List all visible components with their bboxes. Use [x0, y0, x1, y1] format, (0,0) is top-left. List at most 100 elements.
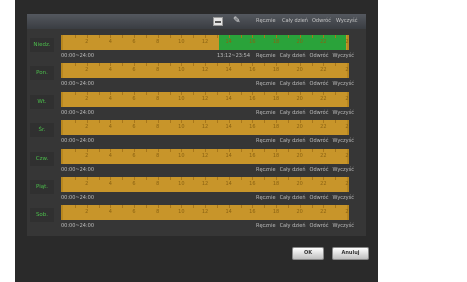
hour-tick	[145, 91, 147, 95]
timeline-track[interactable]: 2 4 6 8 10 12 14 16 18 20 22 2	[61, 91, 349, 107]
hour-tick	[98, 120, 100, 124]
cancel-button[interactable]: Anuluj	[332, 247, 369, 260]
hour-label: 2	[345, 39, 349, 45]
row-clear-link[interactable]: Wyczyść	[332, 223, 354, 229]
hour-label: 16	[249, 181, 256, 187]
hour-label: 10	[178, 181, 185, 187]
timeline-track[interactable]: 2 4 6 8 10 12 14 16 18 20 22 2	[61, 177, 349, 192]
hour-tick	[216, 120, 218, 124]
selected-time-block[interactable]	[219, 35, 346, 50]
hour-tick	[122, 177, 124, 180]
hour-label: 12	[201, 95, 209, 102]
hour-label: 18	[272, 95, 280, 102]
hour-tick	[216, 63, 218, 67]
row-invert-link[interactable]: Odwróć	[310, 138, 329, 144]
row-all-day-link[interactable]: Cały dzień	[280, 223, 306, 229]
hour-tick	[110, 35, 112, 38]
row-invert-link[interactable]: Odwróć	[310, 53, 329, 59]
timeline-track[interactable]: 2 4 6 8 10 12 14 16 18 20 22 2	[61, 205, 349, 221]
row-clear-link[interactable]: Wyczyść	[332, 110, 354, 116]
hour-tick	[228, 177, 230, 180]
hour-label: 18	[272, 209, 280, 216]
hour-tick	[311, 35, 313, 38]
hour-tick	[74, 148, 76, 152]
row-actions: Ręcznie Cały dzień Odwróć Wyczyść	[252, 53, 354, 59]
hour-tick	[335, 35, 337, 38]
hour-label: 6	[132, 181, 136, 187]
hour-tick	[86, 148, 88, 152]
hour-tick	[134, 120, 135, 124]
hour-label: 22	[320, 209, 327, 216]
day-label: Sob.	[30, 208, 54, 223]
row-clear-link[interactable]: Wyczyść	[332, 195, 354, 201]
hour-label: 10	[178, 124, 185, 131]
hour-tick	[193, 91, 195, 95]
row-invert-link[interactable]: Odwróć	[310, 223, 329, 229]
row-manual-link[interactable]: Ręcznie	[256, 195, 276, 201]
hour-label: 10	[178, 67, 185, 74]
hour-tick	[323, 148, 325, 152]
row-all-day-link[interactable]: Cały dzień	[280, 53, 306, 59]
timeline-track[interactable]: 2 4 6 8 10 12 14 16 18 20 22 2	[61, 63, 349, 79]
timeline-track[interactable]: 2 4 6 8 10 12 14 16 18 20 22 2	[61, 35, 349, 50]
ok-button[interactable]: OK	[292, 247, 324, 260]
hour-tick	[311, 177, 313, 180]
hour-tick	[169, 63, 171, 67]
row-all-day-link[interactable]: Cały dzień	[280, 167, 306, 173]
hour-label: 20	[296, 181, 303, 187]
hour-label: 2	[85, 152, 89, 159]
row-manual-link[interactable]: Ręcznie	[256, 81, 276, 87]
row-manual-link[interactable]: Ręcznie	[256, 223, 276, 229]
hour-tick	[240, 148, 242, 152]
row-clear-link[interactable]: Wyczyść	[332, 167, 354, 173]
row-invert-link[interactable]: Odwróć	[310, 167, 329, 173]
toolbar-all-day-link[interactable]: Cały dzień	[282, 18, 308, 25]
pencil-icon[interactable]: ✎	[233, 17, 243, 26]
row-clear-link[interactable]: Wyczyść	[332, 138, 354, 144]
hour-tick	[311, 120, 313, 124]
hour-tick	[193, 205, 195, 209]
row-all-day-link[interactable]: Cały dzień	[280, 110, 306, 116]
toolbar-manual-link[interactable]: Ręcznie	[256, 18, 276, 25]
hour-tick	[98, 205, 100, 209]
hour-label: 20	[296, 39, 303, 45]
hour-tick	[98, 63, 100, 67]
row-manual-link[interactable]: Ręcznie	[256, 110, 276, 116]
row-invert-link[interactable]: Odwróć	[310, 195, 329, 201]
toolbar-invert-link[interactable]: Odwróć	[312, 18, 331, 25]
hour-tick	[122, 91, 124, 95]
row-clear-link[interactable]: Wyczyść	[332, 53, 354, 59]
day-label: Niedz.	[30, 38, 54, 52]
row-actions: Ręcznie Cały dzień Odwróć Wyczyść	[252, 138, 354, 144]
hour-tick	[216, 177, 218, 180]
hour-tick	[98, 177, 100, 180]
hour-label: 16	[249, 39, 256, 45]
timeline-mode-icon[interactable]	[213, 17, 223, 26]
hour-tick	[169, 35, 171, 38]
row-manual-link[interactable]: Ręcznie	[256, 53, 276, 59]
toolbar-clear-link[interactable]: Wyczyść	[336, 18, 358, 25]
row-all-day-link[interactable]: Cały dzień	[280, 81, 306, 87]
hour-label: 4	[108, 67, 112, 74]
timeline-track[interactable]: 2 4 6 8 10 12 14 16 18 20 22 2	[61, 120, 349, 136]
row-all-day-link[interactable]: Cały dzień	[280, 195, 306, 201]
hour-tick	[264, 205, 266, 209]
hour-label: 14	[225, 124, 232, 131]
row-invert-link[interactable]: Odwróć	[310, 110, 329, 116]
hour-label: 10	[178, 152, 185, 159]
day-label: Piąt.	[30, 180, 54, 194]
hour-tick	[134, 35, 135, 38]
hour-label: 18	[272, 67, 280, 74]
hour-tick	[252, 148, 254, 152]
hour-tick	[335, 91, 337, 95]
hour-tick	[264, 35, 266, 38]
row-clear-link[interactable]: Wyczyść	[332, 81, 354, 87]
row-invert-link[interactable]: Odwróć	[310, 81, 329, 87]
row-manual-link[interactable]: Ręcznie	[256, 138, 276, 144]
hour-tick	[205, 35, 206, 38]
timeline-track[interactable]: 2 4 6 8 10 12 14 16 18 20 22 2	[61, 148, 349, 164]
hour-tick	[216, 91, 218, 95]
row-manual-link[interactable]: Ręcznie	[256, 167, 276, 173]
row-all-day-link[interactable]: Cały dzień	[280, 138, 306, 144]
hour-tick	[205, 63, 206, 67]
